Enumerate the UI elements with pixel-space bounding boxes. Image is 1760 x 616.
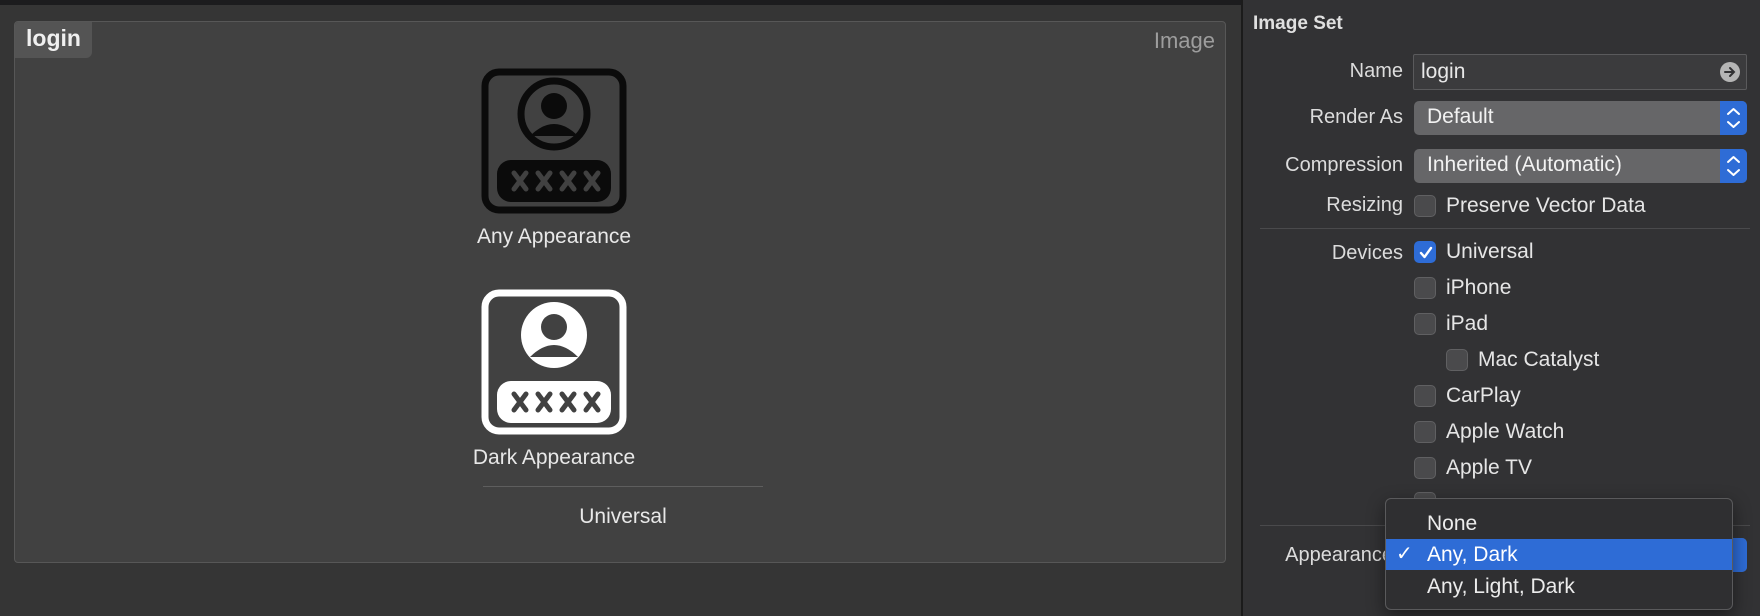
- device-iphone-label: iPhone: [1446, 276, 1512, 299]
- device-group-label: Universal: [579, 505, 667, 528]
- resizing-label: Resizing: [1326, 194, 1403, 216]
- device-universal-checkbox[interactable]: [1414, 241, 1436, 263]
- inspector-title: Image Set: [1253, 13, 1343, 34]
- device-apple-watch-label: Apple Watch: [1446, 420, 1565, 443]
- well-dark-appearance[interactable]: Dark Appearance: [444, 289, 664, 470]
- menu-item-any-light-dark[interactable]: Any, Light, Dark: [1386, 571, 1732, 602]
- compression-label: Compression: [1285, 154, 1403, 176]
- any-appearance-label: Any Appearance: [476, 225, 632, 248]
- checkmark-icon: [1419, 246, 1433, 259]
- chevron-updown-icon[interactable]: [1720, 149, 1747, 183]
- asset-canvas: login Image Any Appearance Dark Appearan…: [0, 5, 1241, 616]
- render-as-popup[interactable]: Default: [1414, 101, 1747, 135]
- checkmark-icon: ✓: [1396, 543, 1413, 565]
- device-carplay-label: CarPlay: [1446, 384, 1521, 407]
- name-label: Name: [1349, 60, 1403, 82]
- device-apple-tv-checkbox[interactable]: [1414, 457, 1436, 479]
- name-value: login: [1421, 60, 1466, 83]
- device-ipad-label: iPad: [1446, 312, 1489, 335]
- device-carplay-checkbox[interactable]: [1414, 385, 1436, 407]
- render-as-label: Render As: [1309, 106, 1403, 128]
- compression-popup[interactable]: Inherited (Automatic): [1414, 149, 1747, 183]
- image-set-name[interactable]: login: [15, 22, 92, 58]
- preserve-vector-label: Preserve Vector Data: [1446, 194, 1646, 217]
- menu-item-any-dark[interactable]: ✓ Any, Dark: [1386, 539, 1732, 570]
- render-as-value: Default: [1427, 105, 1494, 128]
- device-apple-watch-checkbox[interactable]: [1414, 421, 1436, 443]
- chevron-updown-icon[interactable]: [1720, 101, 1747, 135]
- device-divider: [483, 486, 763, 487]
- appearances-dropdown-menu: None ✓ Any, Dark Any, Light, Dark: [1385, 498, 1733, 610]
- menu-item-none[interactable]: None: [1386, 508, 1732, 539]
- device-apple-tv-label: Apple TV: [1446, 456, 1532, 479]
- section-separator: [1260, 228, 1750, 229]
- login-dark-icon[interactable]: [481, 68, 627, 214]
- compression-value: Inherited (Automatic): [1427, 153, 1622, 176]
- name-field[interactable]: login: [1413, 54, 1747, 90]
- dark-appearance-label: Dark Appearance: [472, 446, 636, 469]
- devices-label: Devices: [1331, 242, 1403, 264]
- login-light-icon[interactable]: [481, 289, 627, 435]
- device-iphone-checkbox[interactable]: [1414, 277, 1436, 299]
- device-ipad-checkbox[interactable]: [1414, 313, 1436, 335]
- device-mac-catalyst-checkbox[interactable]: [1446, 349, 1468, 371]
- well-any-appearance[interactable]: Any Appearance: [444, 68, 664, 249]
- image-set-panel[interactable]: login Image Any Appearance Dark Appearan…: [14, 21, 1226, 563]
- device-mac-catalyst-label: Mac Catalyst: [1478, 348, 1600, 371]
- preserve-vector-checkbox[interactable]: [1414, 195, 1436, 217]
- device-universal-label: Universal: [1446, 240, 1534, 263]
- arrow-right-circle-icon[interactable]: [1720, 62, 1740, 82]
- image-set-kind: Image: [1153, 28, 1215, 53]
- appearances-label: Appearances: [1285, 544, 1403, 566]
